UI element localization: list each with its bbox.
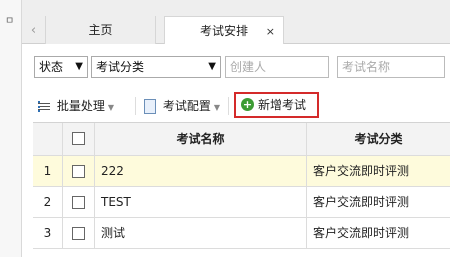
exam-name-input[interactable]: 考试名称	[337, 56, 445, 78]
exam-name-cell: 测试	[95, 218, 307, 248]
toolbar-divider	[135, 97, 136, 115]
select-all-cell	[63, 123, 95, 155]
row-number: 2	[33, 187, 63, 217]
tab-bar: ‹ 主页 考试安排 ×	[22, 0, 450, 46]
status-select[interactable]: 状态 ▼	[34, 56, 88, 78]
pin-icon[interactable]: ㅁ	[5, 12, 14, 27]
add-exam-button[interactable]: + 新增考试	[234, 92, 319, 118]
exam-config-label: 考试配置	[162, 99, 211, 113]
row-checkbox[interactable]	[72, 196, 85, 209]
left-collapsed-panel: ㅁ	[0, 0, 22, 257]
toolbar-divider	[228, 97, 229, 115]
caret-down-icon: ▼	[213, 103, 220, 112]
creator-input[interactable]: 创建人	[225, 56, 329, 78]
caret-down-icon: ▼	[107, 103, 114, 112]
status-select-value: 状态	[39, 60, 64, 74]
category-select[interactable]: 考试分类 ▼	[91, 56, 221, 78]
tab-exam-schedule[interactable]: 考试安排 ×	[164, 16, 284, 46]
tab-scroll-left-icon[interactable]: ‹	[22, 16, 46, 46]
table-row[interactable]: 1 222 客户交流即时评测	[33, 156, 450, 187]
add-exam-label: 新增考试	[258, 98, 307, 112]
row-checkbox[interactable]	[72, 227, 85, 240]
exam-name-cell: 222	[95, 156, 307, 186]
exam-table: 考试名称 考试分类 1 222 客户交流即时评测 2 TEST 客户交流即时评测…	[33, 122, 450, 257]
document-icon	[144, 99, 156, 114]
row-checkbox-cell	[63, 218, 95, 248]
list-icon	[38, 101, 50, 112]
column-header-exam-category[interactable]: 考试分类	[307, 123, 450, 155]
exam-category-cell: 客户交流即时评测	[313, 226, 410, 240]
chevron-down-icon: ▼	[208, 61, 216, 72]
column-header-exam-name[interactable]: 考试名称	[95, 123, 307, 155]
exam-config-button[interactable]: 考试配置 ▼	[144, 95, 220, 117]
plus-icon: +	[241, 98, 254, 111]
row-number: 3	[33, 218, 63, 248]
toolbar: 批量处理 ▼ 考试配置 ▼ + 新增考试	[22, 88, 450, 122]
filter-bar: 状态 ▼ 考试分类 ▼ 创建人 考试名称	[22, 44, 450, 84]
row-checkbox-cell	[63, 156, 95, 186]
select-all-checkbox[interactable]	[72, 132, 85, 145]
exam-category-cell: 客户交流即时评测	[313, 164, 410, 178]
batch-process-button[interactable]: 批量处理 ▼	[38, 95, 114, 117]
exam-category-cell: 客户交流即时评测	[313, 195, 410, 209]
row-checkbox-cell	[63, 187, 95, 217]
tab-home[interactable]: 主页	[46, 16, 156, 45]
chevron-down-icon: ▼	[75, 61, 83, 72]
row-checkbox[interactable]	[72, 165, 85, 178]
close-icon[interactable]: ×	[266, 17, 275, 46]
row-number: 1	[33, 156, 63, 186]
category-select-value: 考试分类	[96, 60, 145, 74]
table-row[interactable]: 2 TEST 客户交流即时评测	[33, 187, 450, 218]
table-header: 考试名称 考试分类	[33, 123, 450, 156]
exam-name-cell: TEST	[95, 187, 307, 217]
table-row[interactable]: 3 测试 客户交流即时评测	[33, 218, 450, 249]
tab-label: 考试安排	[199, 24, 248, 38]
batch-process-label: 批量处理	[56, 99, 105, 113]
row-number-header	[33, 123, 63, 155]
